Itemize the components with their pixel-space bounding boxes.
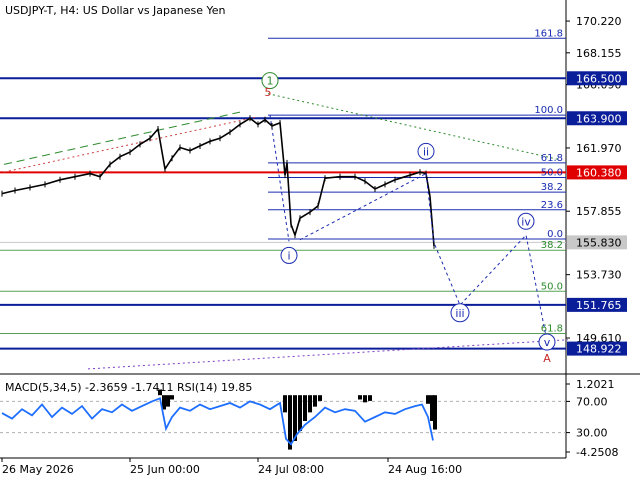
price-marker-label: 148.922	[576, 343, 622, 356]
price-marker-label: 151.765	[576, 299, 622, 312]
wave-marker: A	[543, 352, 551, 365]
price-marker-label: 163.900	[576, 112, 622, 125]
price-marker-label: 155.830	[576, 236, 622, 249]
green-fib-label: 38.2	[541, 240, 563, 251]
indicator-tick-label: 70.00	[576, 395, 608, 408]
price-tick-label: 161.970	[576, 142, 622, 155]
wave-label: iv	[521, 215, 531, 228]
wave-label: v	[544, 336, 551, 349]
macd-bar	[318, 395, 322, 401]
wave-label: iii	[455, 307, 464, 320]
price-tick-label: 157.855	[576, 205, 622, 218]
macd-bar	[308, 395, 312, 413]
green-fib-label: 50.0	[541, 281, 563, 292]
fib-label: 100.0	[534, 105, 563, 116]
fib-label: 23.6	[541, 200, 563, 211]
fib-label: 161.8	[534, 28, 563, 39]
indicator-tick-label: -4.2508	[576, 446, 618, 459]
macd-bar	[433, 395, 437, 430]
time-tick-label: 24 Aug 16:00	[388, 463, 462, 476]
macd-bar	[170, 395, 174, 400]
fib-label: 50.0	[541, 167, 563, 178]
wave-marker: 5	[265, 86, 272, 99]
price-tick-label: 170.220	[576, 15, 622, 28]
macd-bar	[283, 395, 287, 413]
chart-canvas: USDJPY-T, H4: US Dollar vs Japanese Yen …	[0, 0, 640, 480]
macd-bar	[166, 395, 170, 407]
macd-bar	[426, 395, 430, 404]
macd-bar	[313, 395, 317, 407]
macd-bar	[303, 395, 307, 421]
macd-bar	[368, 395, 372, 401]
time-tick-label: 25 Jun 00:00	[130, 463, 200, 476]
indicator-tick-label: 1.2021	[576, 378, 615, 391]
macd-bar	[298, 395, 302, 431]
chart-header: USDJPY-T, H4: US Dollar vs Japanese Yen	[5, 4, 226, 17]
macd-bar	[158, 389, 162, 396]
time-tick-label: 26 May 2026	[2, 463, 74, 476]
indicator-header: MACD(5,34,5) -2.3659 -1.7411 RSI(14) 19.…	[5, 381, 252, 394]
price-tick-label: 153.730	[576, 269, 622, 282]
price-marker-label: 160.380	[576, 166, 622, 179]
wave-label: i	[287, 249, 290, 262]
macd-bar	[363, 395, 367, 403]
chart-window: USDJPY-T, H4: US Dollar vs Japanese Yen …	[0, 0, 640, 480]
fib-label: 38.2	[541, 182, 563, 193]
time-tick-label: 24 Jul 08:00	[258, 463, 324, 476]
wave-label: ii	[423, 145, 429, 158]
indicator-tick-label: 30.00	[576, 427, 608, 440]
macd-bar	[358, 395, 362, 400]
fib-label: 61.8	[541, 153, 563, 164]
price-tick-label: 168.155	[576, 47, 622, 60]
price-marker-label: 166.500	[576, 72, 622, 85]
fib-label: 0.0	[547, 229, 563, 240]
